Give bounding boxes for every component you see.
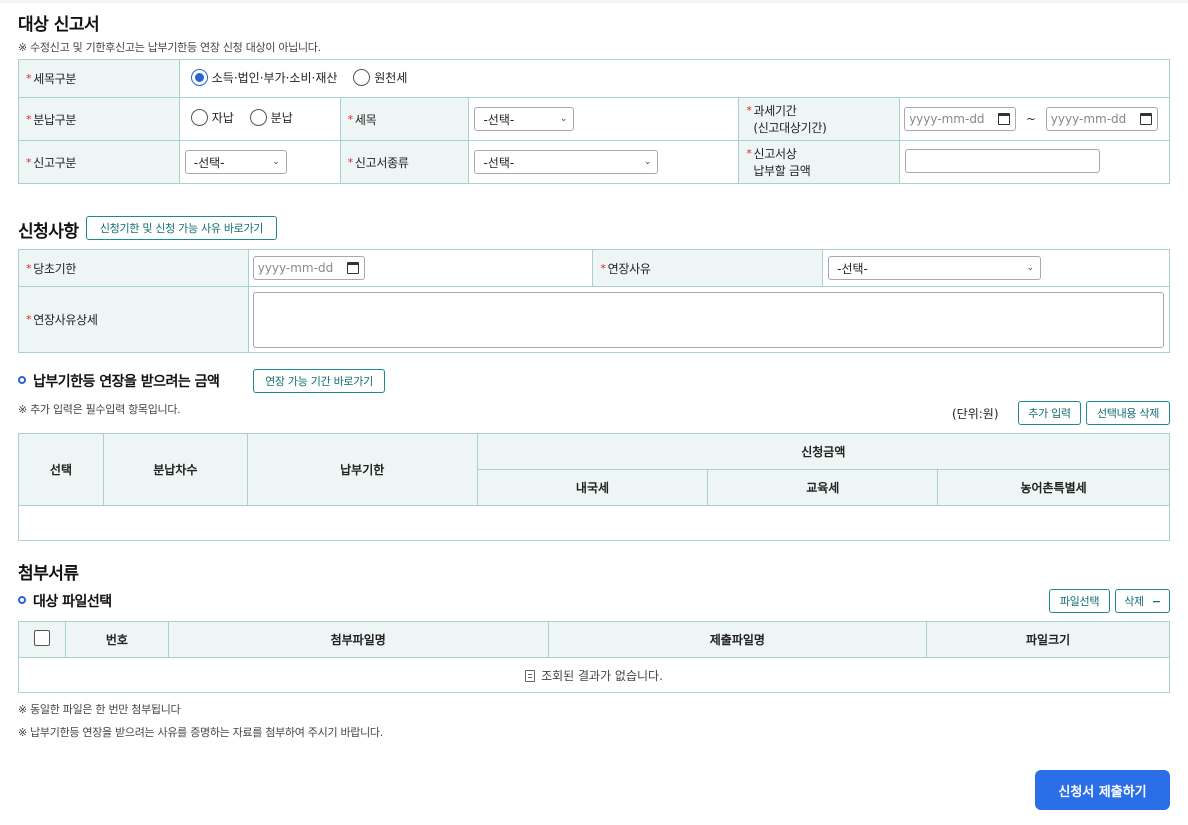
report-kind-label: * 신고서종류 (339, 140, 470, 184)
section-title-application: 신청사항 (18, 222, 79, 242)
tax-period-field: yyyy-mm-dd ~ yyyy-mm-dd (899, 97, 1170, 141)
empty-result-message: 조회된 결과가 없습니다. (541, 668, 663, 683)
radio-checked-icon (190, 68, 208, 86)
period-from-date[interactable]: yyyy-mm-dd (904, 107, 1017, 131)
report-type-select[interactable]: -선택- ⌄ (184, 150, 287, 174)
unit-label: (단위:원) (952, 407, 999, 421)
section-title-attachments: 첨부서류 (18, 564, 79, 584)
payable-amount-field (899, 140, 1170, 184)
report-type-label: * 신고구분 (18, 140, 180, 184)
tax-item-label: * 세목 (339, 97, 470, 141)
calendar-icon (346, 262, 359, 274)
section-title-target-report: 대상 신고서 (18, 15, 100, 35)
extension-reason-field: -선택- ⌄ (822, 249, 1170, 287)
chevron-down-icon: ⌄ (559, 114, 568, 124)
col-checkbox (18, 621, 66, 658)
empty-result-row: 조회된 결과가 없습니다. (18, 657, 1170, 693)
radio-unchecked-icon (249, 109, 267, 126)
extension-period-link-button[interactable]: 연장 가능 기간 바로가기 (253, 369, 385, 393)
col-education-tax: 교육세 (707, 469, 939, 506)
application-form: * 당초기한 yyyy-mm-dd * 연장사유 -선택- ⌄ * 연장사유상세 (18, 249, 1171, 353)
report-kind-select[interactable]: -선택- ⌄ (474, 150, 659, 174)
original-deadline-date[interactable]: yyyy-mm-dd (252, 256, 365, 280)
minus-icon: − (1151, 594, 1161, 608)
bullet-icon (18, 596, 26, 604)
chevron-down-icon: ⌄ (272, 157, 280, 167)
chevron-down-icon: ⌄ (1026, 263, 1035, 273)
tax-type-label: * 세목구분 (18, 59, 180, 98)
col-submit-name: 제출파일명 (547, 621, 928, 658)
tax-item-select[interactable]: -선택- ⌄ (474, 107, 575, 131)
reason-detail-textarea[interactable] (252, 291, 1164, 348)
period-to-date[interactable]: yyyy-mm-dd (1045, 107, 1158, 131)
document-icon (525, 669, 536, 682)
extension-reason-select[interactable]: -선택- ⌄ (828, 256, 1042, 280)
attachment-note-2: ※ 납부기한등 연장을 받으려는 사유를 증명하는 자료를 첨부하여 주시기 바… (18, 726, 383, 739)
attachment-note-1: ※ 동일한 파일은 한 번만 첨부됩니다 (18, 703, 181, 716)
payable-amount-label: * 신고서상 납부할 금액 (738, 140, 901, 184)
notice-text: ※ 수정신고 및 기한후신고는 납부기한등 연장 신청 대상이 아닙니다. (18, 41, 321, 54)
attachment-table: 번호 첨부파일명 제출파일명 파일크기 조회된 결과가 없습니다. (18, 621, 1170, 693)
target-report-form: * 세목구분 소득·법인·부가·소비·재산 원천세 * 분납구분 자납 분납 * 세목… (18, 59, 1171, 184)
required-note: ※ 추가 입력은 필수입력 항목입니다. (18, 403, 181, 416)
calendar-icon (998, 113, 1011, 125)
radio-installment-split[interactable]: 분납 (249, 109, 293, 126)
col-request-amount: 신청금액 (476, 433, 1171, 470)
file-select-button[interactable]: 파일선택 (1049, 589, 1110, 613)
tax-type-field: 소득·법인·부가·소비·재산 원천세 (178, 59, 1171, 98)
report-kind-field: -선택- ⌄ (468, 140, 740, 184)
original-deadline-field: yyyy-mm-dd (247, 249, 594, 287)
section-title-extension-amount: 납부기한등 연장을 받으려는 금액 (33, 374, 220, 390)
radio-unchecked-icon (190, 109, 208, 126)
payable-amount-input[interactable] (905, 148, 1101, 173)
reason-detail-field (247, 286, 1171, 353)
col-national-tax: 내국세 (476, 469, 709, 506)
col-number: 번호 (64, 621, 169, 658)
col-due-date: 납부기한 (246, 433, 478, 506)
period-separator: ~ (1025, 112, 1036, 126)
radio-tax-type-withholding[interactable]: 원천세 (353, 68, 407, 86)
col-installment-no: 분납차수 (102, 433, 248, 506)
report-type-field: -선택- ⌄ (178, 140, 341, 184)
radio-tax-type-general[interactable]: 소득·법인·부가·소비·재산 (190, 68, 337, 86)
installment-field: 자납 분납 (178, 97, 341, 141)
extension-amount-table: 선택 분납차수 납부기한 신청금액 내국세 교육세 농어촌특별세 (18, 433, 1171, 541)
radio-unchecked-icon (353, 68, 371, 86)
col-file-size: 파일크기 (926, 621, 1170, 658)
select-all-checkbox[interactable] (33, 630, 50, 646)
file-delete-button[interactable]: 삭제 − (1115, 589, 1170, 613)
extension-reason-label: * 연장사유 (592, 249, 824, 287)
submit-application-button[interactable]: 신청서 제출하기 (1035, 770, 1170, 810)
application-deadline-link-button[interactable]: 신청기한 및 신청 가능 사유 바로가기 (86, 216, 277, 240)
col-attach-name: 첨부파일명 (167, 621, 549, 658)
original-deadline-label: * 당초기한 (18, 249, 249, 287)
top-divider (0, 0, 1188, 3)
empty-row (18, 505, 1170, 541)
subtitle-file-select: 대상 파일선택 (33, 594, 112, 610)
col-select: 선택 (18, 433, 104, 506)
radio-installment-self[interactable]: 자납 (190, 109, 234, 126)
reason-detail-label: * 연장사유상세 (18, 286, 249, 353)
bullet-icon (18, 376, 26, 384)
tax-period-label: * 과세기간 (신고대상기간) (738, 97, 901, 141)
col-rural-tax: 농어촌특별세 (937, 469, 1170, 506)
add-input-button[interactable]: 추가 입력 (1018, 401, 1081, 425)
chevron-down-icon: ⌄ (643, 157, 652, 167)
tax-item-field: -선택- ⌄ (468, 97, 740, 141)
installment-label: * 분납구분 (18, 97, 180, 141)
delete-selected-button[interactable]: 선택내용 삭제 (1086, 401, 1170, 425)
calendar-icon (1139, 113, 1152, 125)
